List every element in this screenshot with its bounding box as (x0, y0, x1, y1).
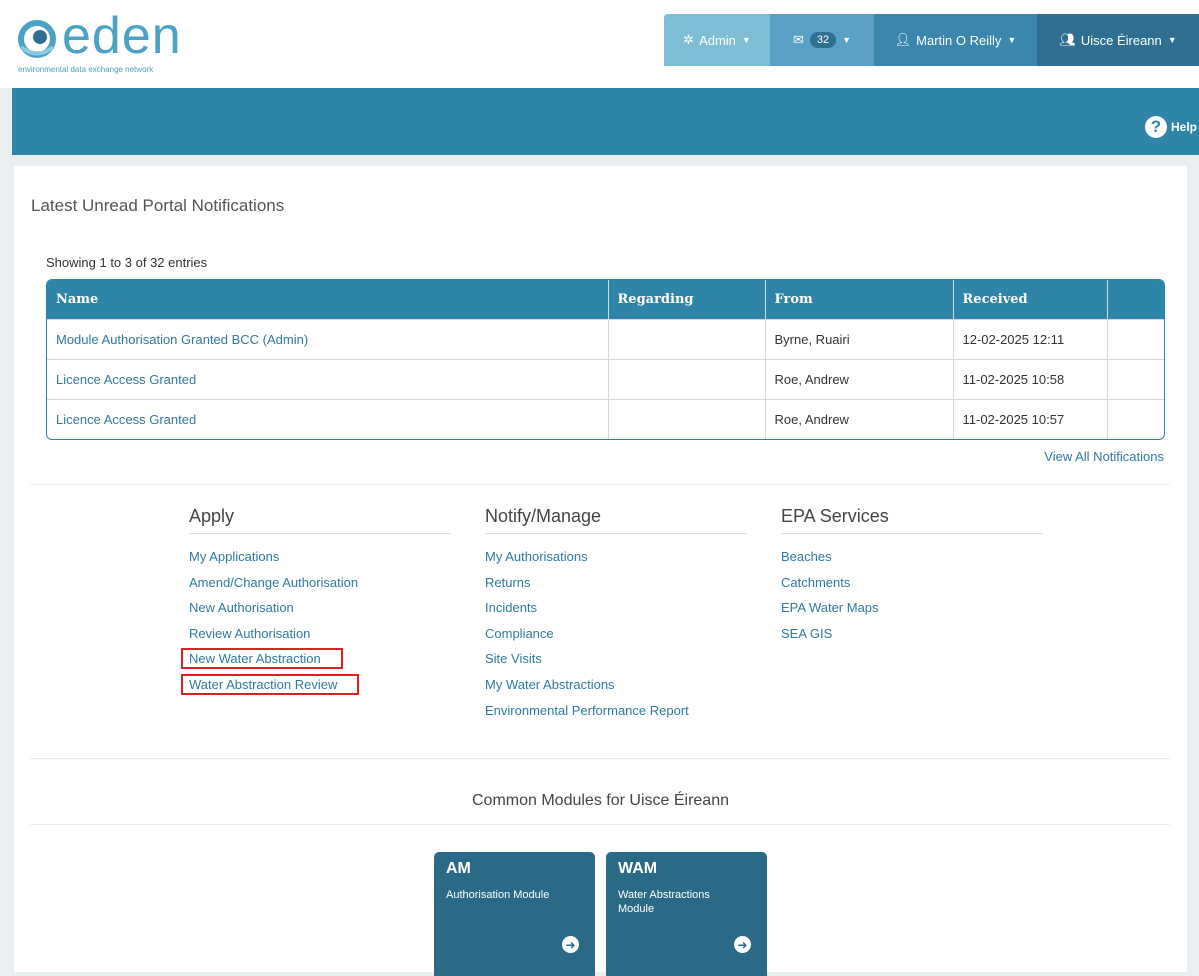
module-tile-wam[interactable]: WAM Water Abstractions Module ➜ (606, 852, 767, 976)
top-header: eden environmental data exchange network… (0, 0, 1199, 88)
admin-menu-label: Admin (699, 32, 736, 48)
table-row: Module Authorisation Granted BCC (Admin)… (47, 319, 1164, 360)
dashboard-panel: Latest Unread Portal Notifications Showi… (14, 166, 1187, 976)
apply-heading: Apply (189, 506, 451, 534)
messages-count-badge: 32 (809, 32, 837, 48)
notify-manage-menu: Notify/Manage My Authorisations Returns … (485, 506, 747, 723)
logo-tagline: environmental data exchange network (18, 65, 154, 74)
menu-link-amend-change-authorisation[interactable]: Amend/Change Authorisation (189, 575, 358, 590)
notification-link[interactable]: Licence Access Granted (56, 412, 196, 427)
module-code: WAM (618, 860, 658, 877)
organisation-menu-label: Uisce Éireann (1080, 32, 1162, 48)
regarding-cell (608, 359, 766, 400)
question-circle-icon: ? (1144, 116, 1167, 138)
column-header-actions (1107, 280, 1164, 320)
menu-link-my-applications[interactable]: My Applications (189, 549, 279, 564)
menu-link-new-water-abstraction[interactable]: New Water Abstraction (181, 648, 343, 670)
notification-link[interactable]: Module Authorisation Granted BCC (Admin) (56, 332, 308, 347)
chevron-down-icon: ▼ (842, 35, 852, 45)
menu-link-new-authorisation[interactable]: New Authorisation (189, 600, 294, 615)
view-all-notifications-link[interactable]: View All Notifications (1044, 449, 1164, 464)
column-header-from[interactable]: From (765, 280, 954, 320)
menu-link-environmental-performance-report[interactable]: Environmental Performance Report (485, 703, 689, 718)
from-cell: Byrne, Ruairi (765, 319, 954, 360)
menu-link-sea-gis[interactable]: SEA GIS (781, 626, 832, 641)
organisation-menu-button[interactable]: 👥︎ Uisce Éireann ▼ (1037, 14, 1199, 66)
common-modules-title: Common Modules for Uisce Éireann (472, 792, 729, 809)
users-group-icon: 👥︎ (1059, 32, 1076, 47)
notifications-title: Latest Unread Portal Notifications (31, 196, 285, 215)
user-icon: 👤︎ (894, 32, 912, 47)
received-cell: 12-02-2025 12:11 (953, 319, 1108, 360)
chevron-down-icon: ▼ (1007, 35, 1017, 45)
chevron-down-icon: ▼ (1167, 35, 1177, 45)
epa-services-heading: EPA Services (781, 506, 1043, 534)
chevron-down-icon: ▼ (741, 35, 751, 45)
from-cell: Roe, Andrew (765, 399, 954, 439)
actions-cell (1107, 399, 1164, 439)
divider (30, 758, 1170, 759)
notify-manage-heading: Notify/Manage (485, 506, 747, 534)
apply-menu: Apply My Applications Amend/Change Autho… (180, 506, 451, 698)
table-header-row: Name Regarding From Received (47, 280, 1164, 320)
divider (30, 824, 1170, 825)
notifications-table: Name Regarding From Received Module Auth… (46, 279, 1165, 440)
menu-link-catchments[interactable]: Catchments (781, 575, 850, 590)
column-header-name[interactable]: Name (47, 280, 609, 320)
page-banner: ? Help (12, 88, 1199, 155)
module-name: Authorisation Module (446, 889, 550, 901)
notification-link[interactable]: Licence Access Granted (56, 372, 196, 387)
menu-link-review-authorisation[interactable]: Review Authorisation (189, 626, 310, 641)
user-menu-button[interactable]: 👤︎ Martin O Reilly ▼ (874, 14, 1037, 66)
module-code: AM (446, 860, 471, 877)
menu-link-my-authorisations[interactable]: My Authorisations (485, 549, 588, 564)
logo-wordmark: eden (62, 7, 182, 65)
module-name: Water Abstractions Module (618, 889, 710, 915)
entries-summary: Showing 1 to 3 of 32 entries (46, 255, 208, 270)
actions-cell (1107, 319, 1164, 360)
help-label: Help (1170, 120, 1197, 134)
column-header-received[interactable]: Received (953, 280, 1108, 320)
regarding-cell (608, 319, 766, 360)
eden-logo-mark-icon (18, 20, 56, 58)
menu-link-compliance[interactable]: Compliance (485, 626, 554, 641)
menu-link-epa-water-maps[interactable]: EPA Water Maps (781, 600, 879, 615)
menu-link-site-visits[interactable]: Site Visits (485, 651, 542, 666)
table-row: Licence Access Granted Roe, Andrew 11-02… (47, 399, 1164, 439)
epa-services-menu: EPA Services Beaches Catchments EPA Wate… (781, 506, 1043, 646)
user-menu-label: Martin O Reilly (916, 32, 1002, 48)
inbox-icon: ✉ (792, 32, 804, 47)
from-cell: Roe, Andrew (765, 359, 954, 400)
menu-link-my-water-abstractions[interactable]: My Water Abstractions (485, 677, 615, 692)
help-button[interactable]: ? Help (1144, 116, 1197, 138)
messages-menu-button[interactable]: ✉ 32 ▼ (770, 14, 874, 66)
gear-icon: ✲ (683, 32, 695, 47)
menu-link-incidents[interactable]: Incidents (485, 600, 537, 615)
module-tile-am[interactable]: AM Authorisation Module ➜ (434, 852, 595, 976)
column-header-regarding[interactable]: Regarding (608, 280, 766, 320)
menu-link-beaches[interactable]: Beaches (781, 549, 832, 564)
eden-logo[interactable]: eden environmental data exchange network (18, 7, 218, 78)
table-row: Licence Access Granted Roe, Andrew 11-02… (47, 359, 1164, 400)
regarding-cell (608, 399, 766, 439)
menu-link-water-abstraction-review[interactable]: Water Abstraction Review (180, 673, 360, 695)
received-cell: 11-02-2025 10:58 (953, 359, 1108, 400)
received-cell: 11-02-2025 10:57 (953, 399, 1108, 439)
actions-cell (1107, 359, 1164, 400)
arrow-right-circle-icon: ➜ (734, 936, 751, 953)
menu-link-returns[interactable]: Returns (485, 575, 531, 590)
admin-menu-button[interactable]: ✲ Admin ▼ (664, 14, 770, 66)
divider (30, 484, 1170, 485)
arrow-right-circle-icon: ➜ (562, 936, 579, 953)
